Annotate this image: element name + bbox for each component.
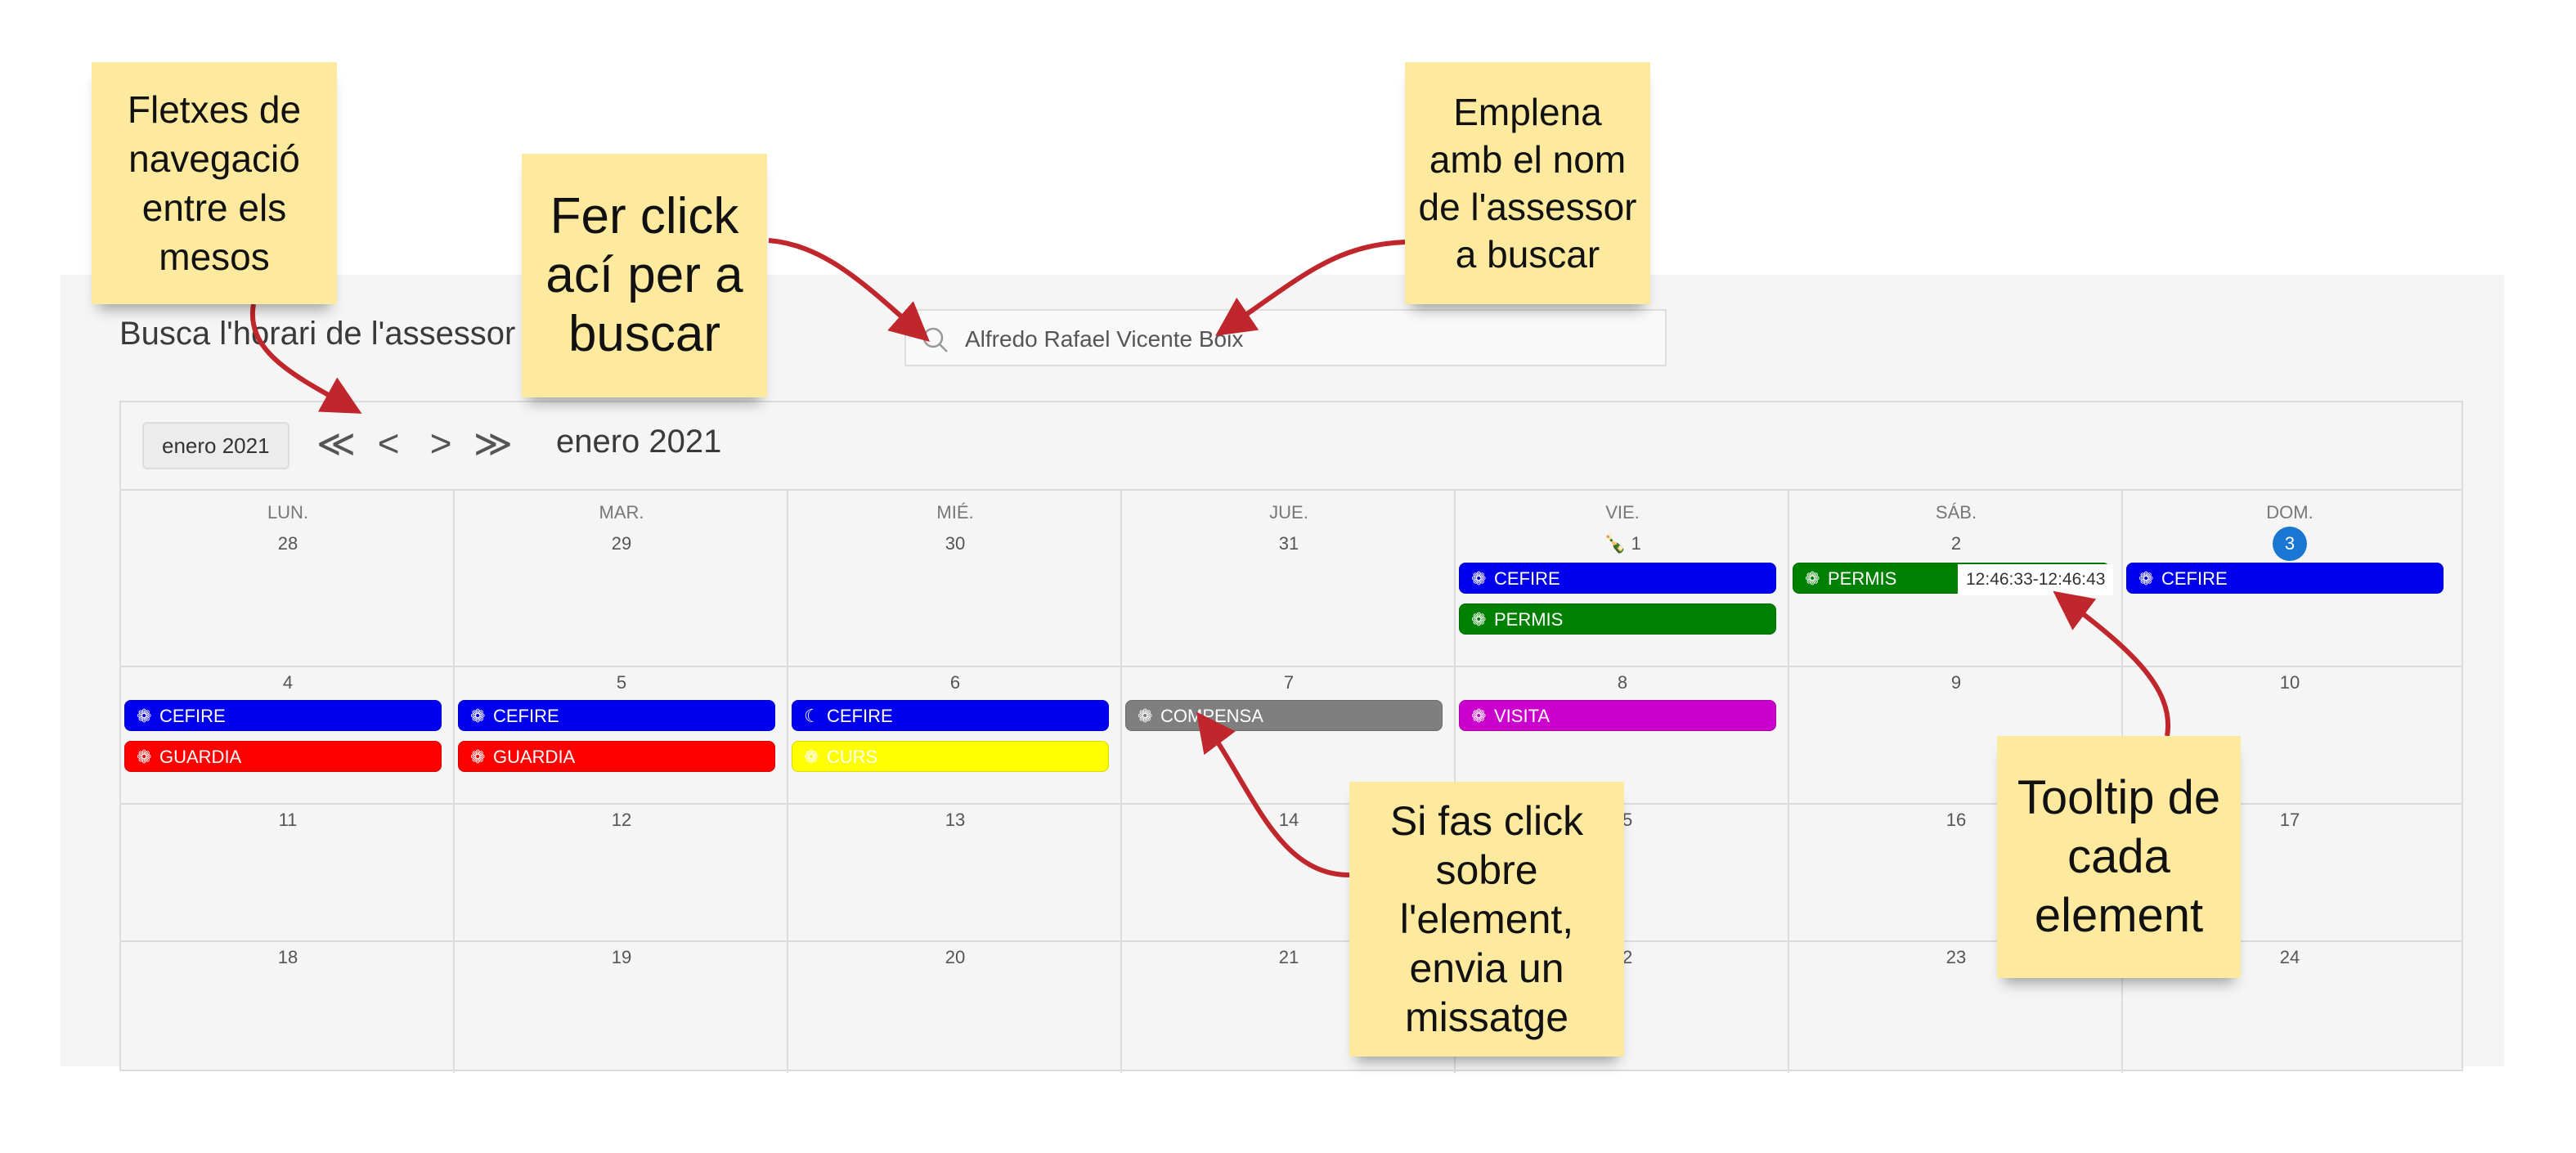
annotation-arrows: [249, 238, 2171, 877]
note-tooltip: Tooltip de cada element: [1997, 736, 2241, 978]
note-fill-name: Emplena amb el nom de l'assessor a busca…: [1405, 62, 1650, 304]
note-search-button: Fer click ací per a buscar: [522, 154, 767, 397]
note-click-element: Si fas click sobre l'element, envia un m…: [1349, 782, 1624, 1057]
note-navigation: Fletxes de navegació entre els mesos: [92, 62, 337, 304]
